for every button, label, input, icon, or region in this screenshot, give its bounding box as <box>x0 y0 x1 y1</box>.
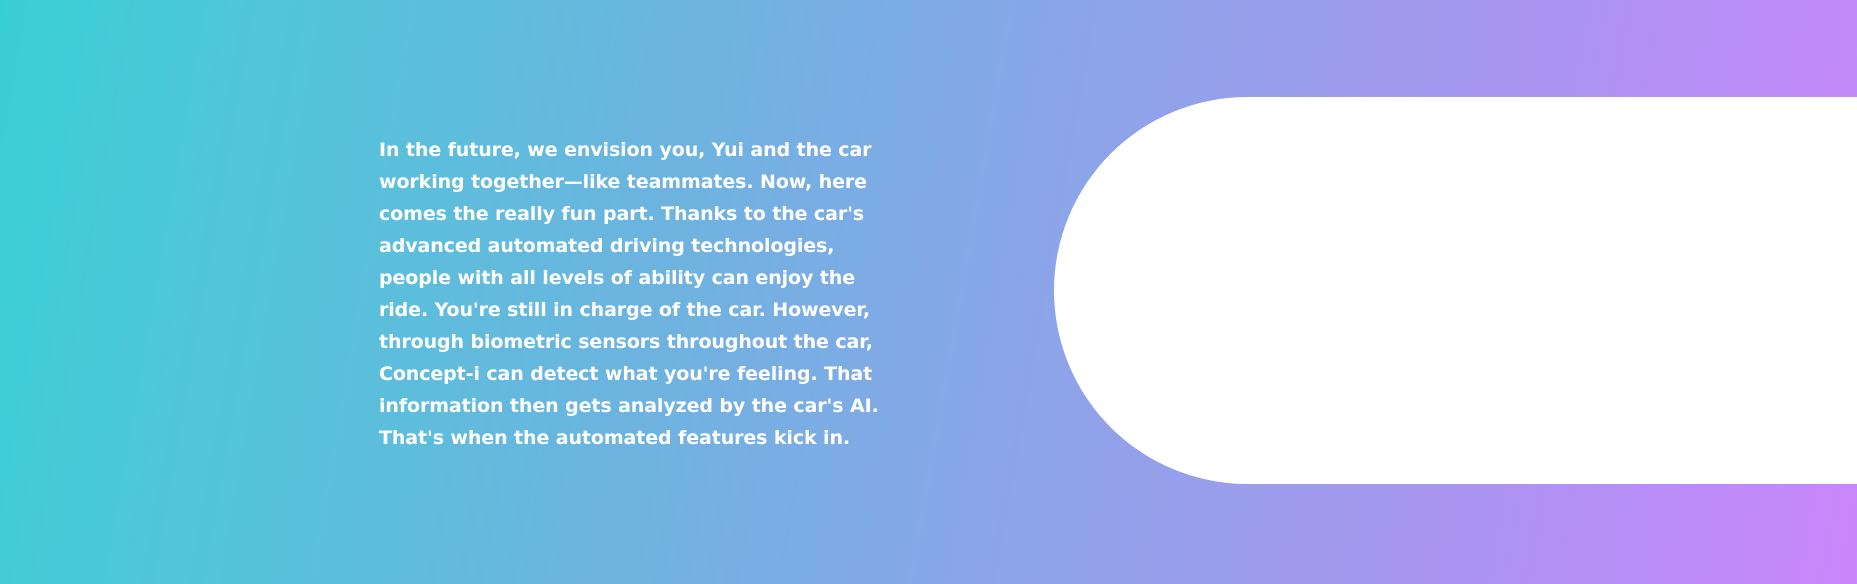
hero-paragraph: In the future, we envision you, Yui and … <box>379 139 879 449</box>
media-placeholder-pill <box>1054 97 1857 484</box>
hero-section: In the future, we envision you, Yui and … <box>0 0 1857 584</box>
